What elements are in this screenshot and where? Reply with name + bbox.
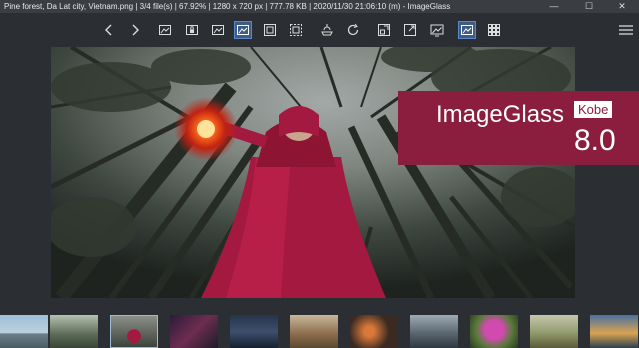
- window-title: Pine forest, Da Lat city, Vietnam.png | …: [4, 2, 451, 11]
- rotate-left-icon: [321, 24, 333, 36]
- main-image: [51, 47, 575, 298]
- menu-button[interactable]: [617, 21, 635, 39]
- thumbnail-pine-forest[interactable]: [110, 315, 158, 348]
- scale-height-icon: [264, 24, 276, 36]
- actual-size-button[interactable]: [156, 21, 174, 39]
- thumbnail-sunset[interactable]: [170, 315, 218, 348]
- image-viewer[interactable]: [51, 47, 575, 298]
- menu-icon: [619, 25, 633, 35]
- flip-icon: [378, 24, 390, 36]
- thumbnail-bridge[interactable]: [410, 315, 458, 348]
- fullscreen-button[interactable]: [401, 21, 419, 39]
- title-bar: Pine forest, Da Lat city, Vietnam.png | …: [0, 0, 639, 13]
- lock-zoom-icon: [186, 25, 198, 35]
- forward-icon: [132, 24, 139, 36]
- scale-width-icon: [237, 25, 249, 35]
- zoom-fit-icon: [212, 25, 224, 35]
- close-button[interactable]: ✕: [606, 0, 638, 13]
- thumbnail-bar-icon: [461, 25, 473, 35]
- rotate-right-button[interactable]: [344, 21, 362, 39]
- forward-button[interactable]: [126, 21, 144, 39]
- back-button[interactable]: [100, 21, 118, 39]
- thumbnail-forest-girl[interactable]: [50, 315, 98, 348]
- thumbnail-mountain[interactable]: [230, 315, 278, 348]
- fullscreen-icon: [404, 24, 416, 36]
- thumbnail-bar-button[interactable]: [458, 21, 476, 39]
- gallery-grid-icon: [488, 24, 500, 36]
- thumbnail-seagulls[interactable]: [350, 315, 398, 348]
- slideshow-button[interactable]: [428, 21, 446, 39]
- thumbnail-cows[interactable]: [290, 315, 338, 348]
- thumbnail-strip: [0, 308, 639, 348]
- thumbnail-coast[interactable]: [590, 315, 638, 348]
- imageglass-banner: ImageGlass Kobe 8.0: [398, 91, 639, 165]
- rotate-right-icon: [347, 23, 359, 36]
- thumbnail-landscape[interactable]: [530, 315, 578, 348]
- lock-zoom-button[interactable]: [183, 21, 201, 39]
- auto-zoom-button[interactable]: [287, 21, 305, 39]
- thumbnail-harbor[interactable]: [0, 315, 48, 348]
- minimize-button[interactable]: —: [538, 0, 570, 13]
- actual-size-icon: [159, 25, 171, 35]
- banner-edition: Kobe: [574, 101, 613, 118]
- scale-height-button[interactable]: [261, 21, 279, 39]
- thumbnail-flowers[interactable]: [470, 315, 518, 348]
- slideshow-icon: [430, 24, 444, 37]
- maximize-button[interactable]: ☐: [573, 0, 605, 13]
- back-icon: [105, 24, 112, 36]
- flip-button[interactable]: [375, 21, 393, 39]
- toolbar: [0, 13, 639, 47]
- auto-zoom-icon: [290, 24, 302, 36]
- banner-app-name: ImageGlass: [436, 101, 565, 128]
- scale-width-button[interactable]: [234, 21, 252, 39]
- banner-version: 8.0: [574, 124, 616, 157]
- zoom-fit-button[interactable]: [209, 21, 227, 39]
- rotate-left-button[interactable]: [318, 21, 336, 39]
- gallery-grid-button[interactable]: [485, 21, 503, 39]
